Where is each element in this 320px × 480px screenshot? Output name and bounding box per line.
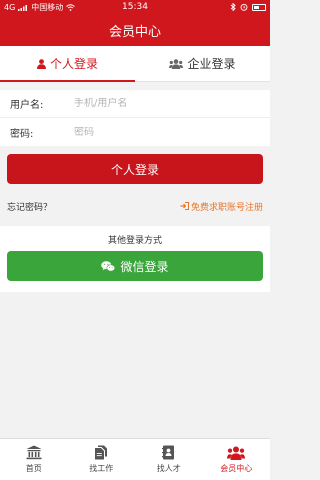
register-label: 免费求职账号注册 [190, 202, 263, 213]
password-input[interactable] [74, 126, 254, 138]
nav-label: 找人才 [156, 464, 181, 473]
contact-book-icon [162, 445, 175, 460]
tab-company-login[interactable]: 企业登录 [135, 46, 270, 81]
tab-label: 企业登录 [187, 57, 236, 71]
users-icon [227, 446, 246, 460]
wechat-icon [101, 260, 116, 271]
forgot-password-link[interactable]: 忘记密码？ [7, 200, 52, 213]
bank-icon [26, 445, 42, 460]
login-tabs: 个人登录 企业登录 [0, 46, 270, 82]
username-row: 用户名: [0, 90, 270, 118]
tab-label: 个人登录 [49, 57, 98, 71]
bottom-nav: 首页 找工作 找人才 会员中心 [0, 438, 270, 480]
username-label: 用户名: [10, 100, 44, 111]
login-form: 用户名: 密码: [0, 90, 270, 146]
status-time: 15:34 [122, 2, 148, 12]
battery-icon [252, 3, 266, 11]
nav-label: 找工作 [89, 464, 114, 473]
tab-personal-login[interactable]: 个人登录 [0, 46, 135, 82]
user-icon [36, 58, 46, 69]
page-title: 会员中心 [108, 24, 161, 40]
title-bar: 会员中心 [0, 14, 270, 46]
nav-label: 首页 [25, 464, 42, 473]
auth-links: 忘记密码？ 免费求职账号注册 [7, 199, 263, 213]
other-login-section: 其他登录方式 微信登录 [0, 226, 270, 292]
wechat-login-button[interactable]: 微信登录 [7, 251, 263, 281]
nav-home[interactable]: 首页 [0, 439, 68, 480]
username-input[interactable] [74, 98, 254, 109]
personal-login-button[interactable]: 个人登录 [7, 154, 263, 184]
register-link[interactable]: 免费求职账号注册 [180, 200, 263, 213]
password-row: 密码: [0, 118, 270, 146]
nav-find-talent[interactable]: 找人才 [135, 439, 203, 480]
users-icon [169, 58, 184, 69]
sign-in-icon [180, 202, 189, 210]
password-label: 密码: [10, 128, 34, 140]
wechat-login-label: 微信登录 [120, 259, 169, 274]
status-bar: 4G 中国移动 15:34 [0, 0, 270, 14]
nav-member-center[interactable]: 会员中心 [203, 439, 271, 480]
other-login-title: 其他登录方式 [107, 236, 162, 246]
nav-find-job[interactable]: 找工作 [68, 439, 136, 480]
files-icon [95, 445, 108, 460]
nav-label: 会员中心 [220, 463, 253, 473]
